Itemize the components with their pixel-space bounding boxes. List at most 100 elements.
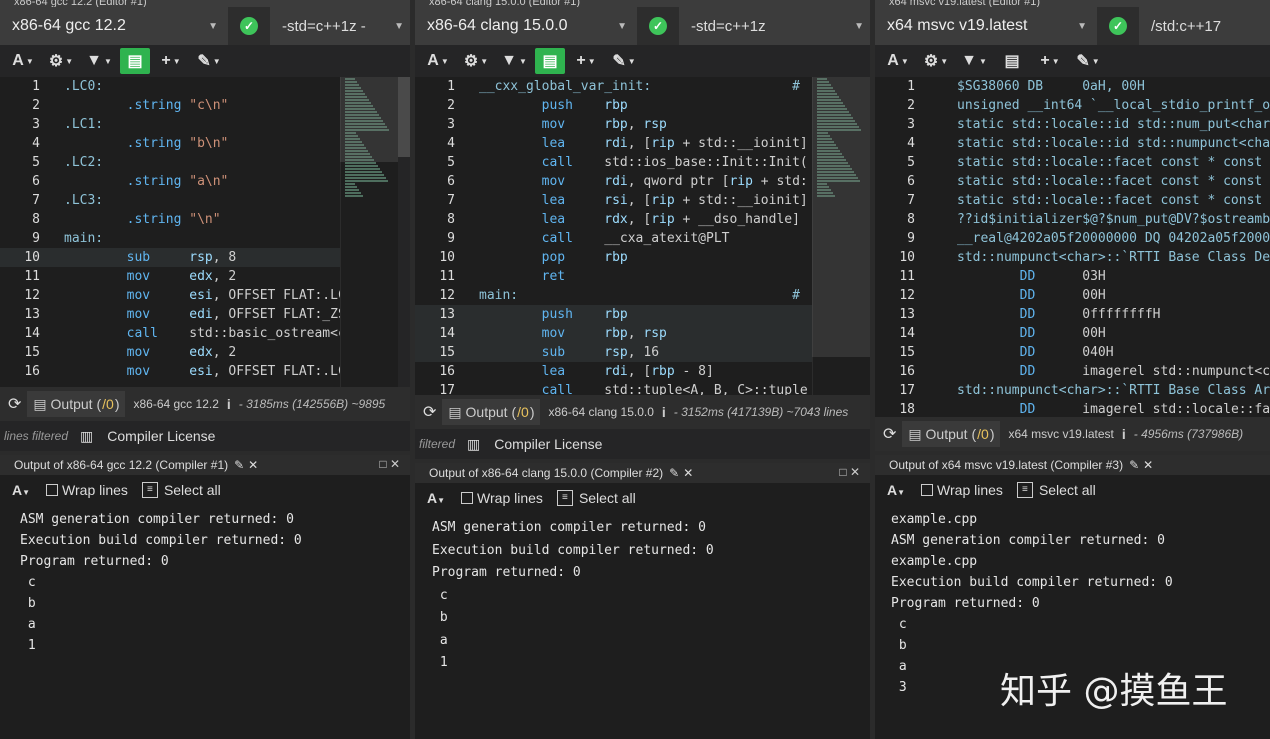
code-line[interactable]: 10 pop rbp xyxy=(415,248,870,267)
asm-code-view[interactable]: 1 __cxx_global_var_init: #2 push rbp 3 mov… xyxy=(415,77,870,395)
tools-icon[interactable]: ✎ ▼ xyxy=(192,48,226,74)
filter-icon[interactable]: ▼ ▼ xyxy=(82,48,116,74)
filter-icon[interactable]: ▼ ▼ xyxy=(497,48,531,74)
minimap[interactable] xyxy=(812,77,870,395)
code-line[interactable]: 9 __real@4202a05f20000000 DQ 04202a05f200… xyxy=(875,229,1270,248)
compiler-select[interactable]: x64 msvc v19.latest ▼ xyxy=(875,7,1097,45)
refresh-icon[interactable]: ⟳ xyxy=(883,424,896,444)
code-line[interactable]: 4 static std::locale::id std::numpunct<ch… xyxy=(875,134,1270,153)
output-pane-title[interactable]: Output of x64 msvc v19.latest (Compiler … xyxy=(875,455,1270,475)
filter-icon[interactable]: ▼ ▼ xyxy=(957,48,991,74)
compiler-options-input[interactable]: -std=c++1z ▼ xyxy=(679,7,870,45)
gear-icon[interactable]: ⚙ ▼ xyxy=(459,48,493,74)
code-line[interactable]: 10 std::numpunct<char>::`RTTI Base Class … xyxy=(875,248,1270,267)
compiler-options-input[interactable]: -std=c++1z - ▼ xyxy=(270,7,410,45)
document-icon[interactable]: ▤ xyxy=(120,48,150,74)
info-icon[interactable]: i xyxy=(227,396,231,412)
code-line[interactable]: 8 lea rdx, [rip + __dso_handle] xyxy=(415,210,870,229)
font-size-button[interactable]: A▼ xyxy=(12,482,30,498)
output-button[interactable]: ▤ Output (/0) xyxy=(902,421,1001,447)
code-line[interactable]: 4 lea rdi, [rip + std::__ioinit] xyxy=(415,134,870,153)
gear-icon[interactable]: ⚙ ▼ xyxy=(919,48,953,74)
compiler-license-link[interactable]: Compiler License xyxy=(494,436,602,452)
refresh-icon[interactable]: ⟳ xyxy=(423,402,436,422)
asm-code-view[interactable]: 1 $SG38060 DB 0aH, 00H 2 unsigned __int64 `… xyxy=(875,77,1270,417)
code-line[interactable]: 16 lea rdi, [rbp - 8] xyxy=(415,362,870,381)
document-icon[interactable]: ▤ xyxy=(535,48,565,74)
code-line[interactable]: 12 main: # xyxy=(415,286,870,305)
select-all-button[interactable]: Select all xyxy=(1039,482,1096,498)
info-icon[interactable]: i xyxy=(662,404,666,420)
select-all-icon[interactable]: ≡ xyxy=(141,482,158,498)
bar-chart-icon[interactable]: ▥ xyxy=(80,428,93,445)
code-line[interactable]: 14 DD 00H xyxy=(875,324,1270,343)
select-all-icon[interactable]: ≡ xyxy=(1016,482,1033,498)
font-size-button[interactable]: A▼ xyxy=(881,48,915,74)
pane-tab-title[interactable]: x86-64 clang 15.0.0 (Editor #1) xyxy=(415,0,870,7)
code-line[interactable]: 2 push rbp xyxy=(415,96,870,115)
code-line[interactable]: 9 call __cxa_atexit@PLT xyxy=(415,229,870,248)
font-size-button[interactable]: A▼ xyxy=(887,482,905,498)
font-size-button[interactable]: A▼ xyxy=(421,48,455,74)
code-line[interactable]: 6 mov rdi, qword ptr [rip + std: xyxy=(415,172,870,191)
document-icon[interactable]: ▤ xyxy=(995,48,1029,74)
code-line[interactable]: 15 DD 040H xyxy=(875,343,1270,362)
pane-tab-title[interactable]: x64 msvc v19.latest (Editor #1) xyxy=(875,0,1270,7)
compiler-options-input[interactable]: /std:c++17 xyxy=(1139,7,1270,45)
window-controls[interactable]: □ ✕ xyxy=(839,465,860,479)
tools-icon[interactable]: ✎ ▼ xyxy=(607,48,641,74)
code-line[interactable]: 13 DD 0ffffffffH xyxy=(875,305,1270,324)
add-icon[interactable]: + ▼ xyxy=(1033,48,1067,74)
asm-code-view[interactable]: 1 .LC0: 2 .string "c\n" 3 .LC1: 4 .string "b\… xyxy=(0,77,410,387)
code-line[interactable]: 11 DD 03H xyxy=(875,267,1270,286)
code-line[interactable]: 17 call std::tuple<A, B, C>::tuple xyxy=(415,381,870,395)
code-line[interactable]: 2 unsigned __int64 `__local_stdio_printf_… xyxy=(875,96,1270,115)
font-size-button[interactable]: A▼ xyxy=(427,490,445,506)
code-line[interactable]: 11 ret xyxy=(415,267,870,286)
code-line[interactable]: 6 static std::locale::facet const * const… xyxy=(875,172,1270,191)
compiler-select[interactable]: x86-64 clang 15.0.0 ▼ xyxy=(415,7,637,45)
wrap-lines-checkbox[interactable] xyxy=(46,484,59,496)
gear-icon[interactable]: ⚙ ▼ xyxy=(44,48,78,74)
compiler-license-link[interactable]: Compiler License xyxy=(107,428,215,444)
select-all-button[interactable]: Select all xyxy=(164,482,221,498)
code-line[interactable]: 1 $SG38060 DB 0aH, 00H xyxy=(875,77,1270,96)
code-line[interactable]: 7 static std::locale::facet const * const… xyxy=(875,191,1270,210)
code-line[interactable]: 5 call std::ios_base::Init::Init( xyxy=(415,153,870,172)
font-size-button[interactable]: A▼ xyxy=(6,48,40,74)
minimap-slider[interactable] xyxy=(812,77,870,357)
refresh-icon[interactable]: ⟳ xyxy=(8,394,21,414)
edit-icon[interactable]: ✎ xyxy=(669,466,679,480)
wrap-lines-checkbox[interactable] xyxy=(921,484,934,496)
output-button[interactable]: ▤ Output (/0) xyxy=(27,391,126,417)
pane-tab-title[interactable]: x86-64 gcc 12.2 (Editor #1) xyxy=(0,0,410,7)
code-line[interactable]: 1 __cxx_global_var_init: # xyxy=(415,77,870,96)
wrap-lines-checkbox[interactable] xyxy=(461,492,474,504)
info-icon[interactable]: i xyxy=(1122,426,1126,442)
code-line[interactable]: 7 lea rsi, [rip + std::__ioinit] xyxy=(415,191,870,210)
select-all-button[interactable]: Select all xyxy=(579,490,636,506)
code-line[interactable]: 12 DD 00H xyxy=(875,286,1270,305)
close-icon[interactable]: ✕ xyxy=(248,458,258,472)
bar-chart-icon[interactable]: ▥ xyxy=(467,436,480,453)
code-line[interactable]: 8 ??id$initializer$@?$num_put@DV?$ostream… xyxy=(875,210,1270,229)
window-controls[interactable]: □ ✕ xyxy=(379,457,400,471)
code-line[interactable]: 13 push rbp xyxy=(415,305,870,324)
edit-icon[interactable]: ✎ xyxy=(1129,458,1139,472)
code-line[interactable]: 17 std::numpunct<char>::`RTTI Base Class … xyxy=(875,381,1270,400)
vertical-scrollbar[interactable] xyxy=(398,77,410,387)
close-icon[interactable]: ✕ xyxy=(1143,458,1153,472)
output-pane-title[interactable]: Output of x86-64 gcc 12.2 (Compiler #1) … xyxy=(0,455,410,475)
minimap-slider[interactable] xyxy=(340,77,398,162)
output-button[interactable]: ▤ Output (/0) xyxy=(442,399,541,425)
code-line[interactable]: 14 mov rbp, rsp xyxy=(415,324,870,343)
add-icon[interactable]: + ▼ xyxy=(569,48,603,74)
add-icon[interactable]: + ▼ xyxy=(154,48,188,74)
tools-icon[interactable]: ✎ ▼ xyxy=(1071,48,1105,74)
select-all-icon[interactable]: ≡ xyxy=(556,490,573,506)
code-line[interactable]: 3 static std::locale::id std::num_put<cha… xyxy=(875,115,1270,134)
code-line[interactable]: 18 DD imagerel std::locale::fac xyxy=(875,400,1270,417)
close-icon[interactable]: ✕ xyxy=(683,466,693,480)
code-line[interactable]: 3 mov rbp, rsp xyxy=(415,115,870,134)
compiler-select[interactable]: x86-64 gcc 12.2 ▼ xyxy=(0,7,228,45)
